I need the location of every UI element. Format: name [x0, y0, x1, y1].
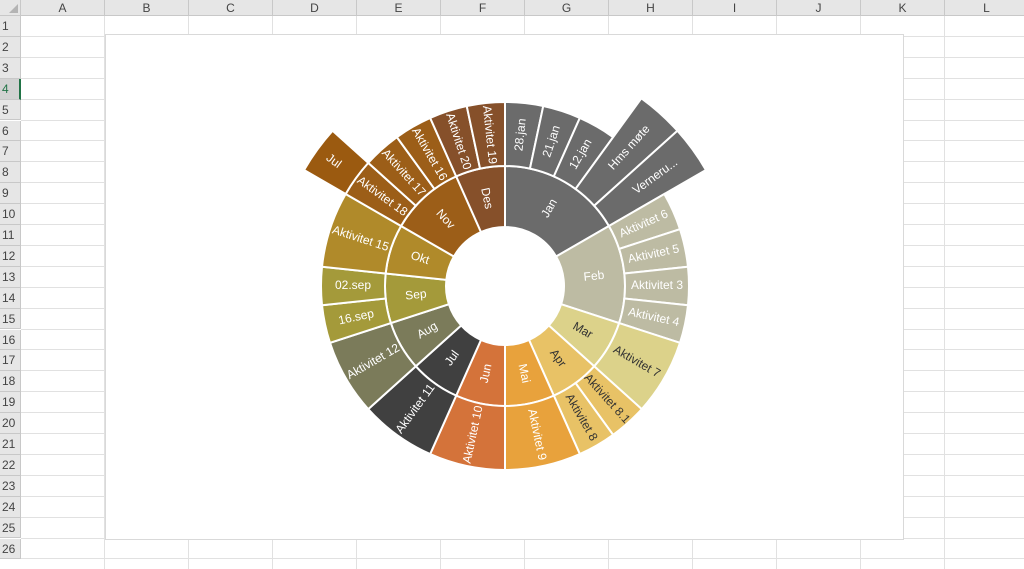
row-header-26[interactable]: 26	[0, 538, 21, 560]
column-header-i[interactable]: I	[693, 0, 777, 16]
sunburst-label-feb: Feb	[583, 268, 605, 284]
row-header-14[interactable]: 14	[0, 287, 21, 309]
column-header-e[interactable]: E	[357, 0, 441, 16]
sunburst-label-02-sep: 02.sep	[335, 278, 371, 292]
select-all-corner[interactable]	[0, 0, 21, 16]
row-header-23[interactable]: 23	[0, 475, 21, 497]
row-header-25[interactable]: 25	[0, 517, 21, 539]
column-header-l[interactable]: L	[945, 0, 1024, 16]
row-header-17[interactable]: 17	[0, 350, 21, 372]
row-header-7[interactable]: 7	[0, 141, 21, 163]
row-header-9[interactable]: 9	[0, 183, 21, 205]
row-header-6[interactable]: 6	[0, 120, 21, 142]
select-all-triangle-icon	[9, 4, 18, 13]
sunburst-chart[interactable]: Jan Feb Mar Apr Mai Jun Jul Aug Sep Okt Nov Des 28.j…	[105, 34, 904, 540]
row-header-1[interactable]: 1	[0, 16, 21, 37]
column-header-c[interactable]: C	[189, 0, 273, 16]
row-header-16[interactable]: 16	[0, 329, 21, 351]
row-header-12[interactable]: 12	[0, 245, 21, 267]
column-header-h[interactable]: H	[609, 0, 693, 16]
row-header-15[interactable]: 15	[0, 308, 21, 330]
row-header-24[interactable]: 24	[0, 496, 21, 518]
row-header-5[interactable]: 5	[0, 99, 21, 121]
column-header-a[interactable]: A	[21, 0, 105, 16]
chart-canvas: JanFebMarAprMaiJunJulAugSepOktNovDes28.j…	[302, 96, 708, 472]
column-header-g[interactable]: G	[525, 0, 609, 16]
row-header-22[interactable]: 22	[0, 454, 21, 476]
row-header-13[interactable]: 13	[0, 266, 21, 288]
row-header-2[interactable]: 2	[0, 36, 21, 58]
row-header-10[interactable]: 10	[0, 204, 21, 225]
column-header-d[interactable]: D	[273, 0, 357, 16]
row-header-20[interactable]: 20	[0, 413, 21, 434]
row-header-19[interactable]: 19	[0, 392, 21, 414]
column-header-b[interactable]: B	[105, 0, 189, 16]
row-header-3[interactable]: 3	[0, 57, 21, 79]
grid-horizontal-line	[21, 558, 1024, 560]
row-header-8[interactable]: 8	[0, 162, 21, 184]
row-header-11[interactable]: 11	[0, 225, 21, 246]
sunburst-label-sep: Sep	[405, 286, 428, 302]
column-header-f[interactable]: F	[441, 0, 525, 16]
row-header-18[interactable]: 18	[0, 371, 21, 393]
sunburst-label-aktivitet-3: Aktivitet 3	[631, 278, 683, 292]
row-header-21[interactable]: 21	[0, 434, 21, 455]
column-header-j[interactable]: J	[777, 0, 861, 16]
column-header-k[interactable]: K	[861, 0, 945, 16]
row-header-4[interactable]: 4	[0, 78, 21, 100]
